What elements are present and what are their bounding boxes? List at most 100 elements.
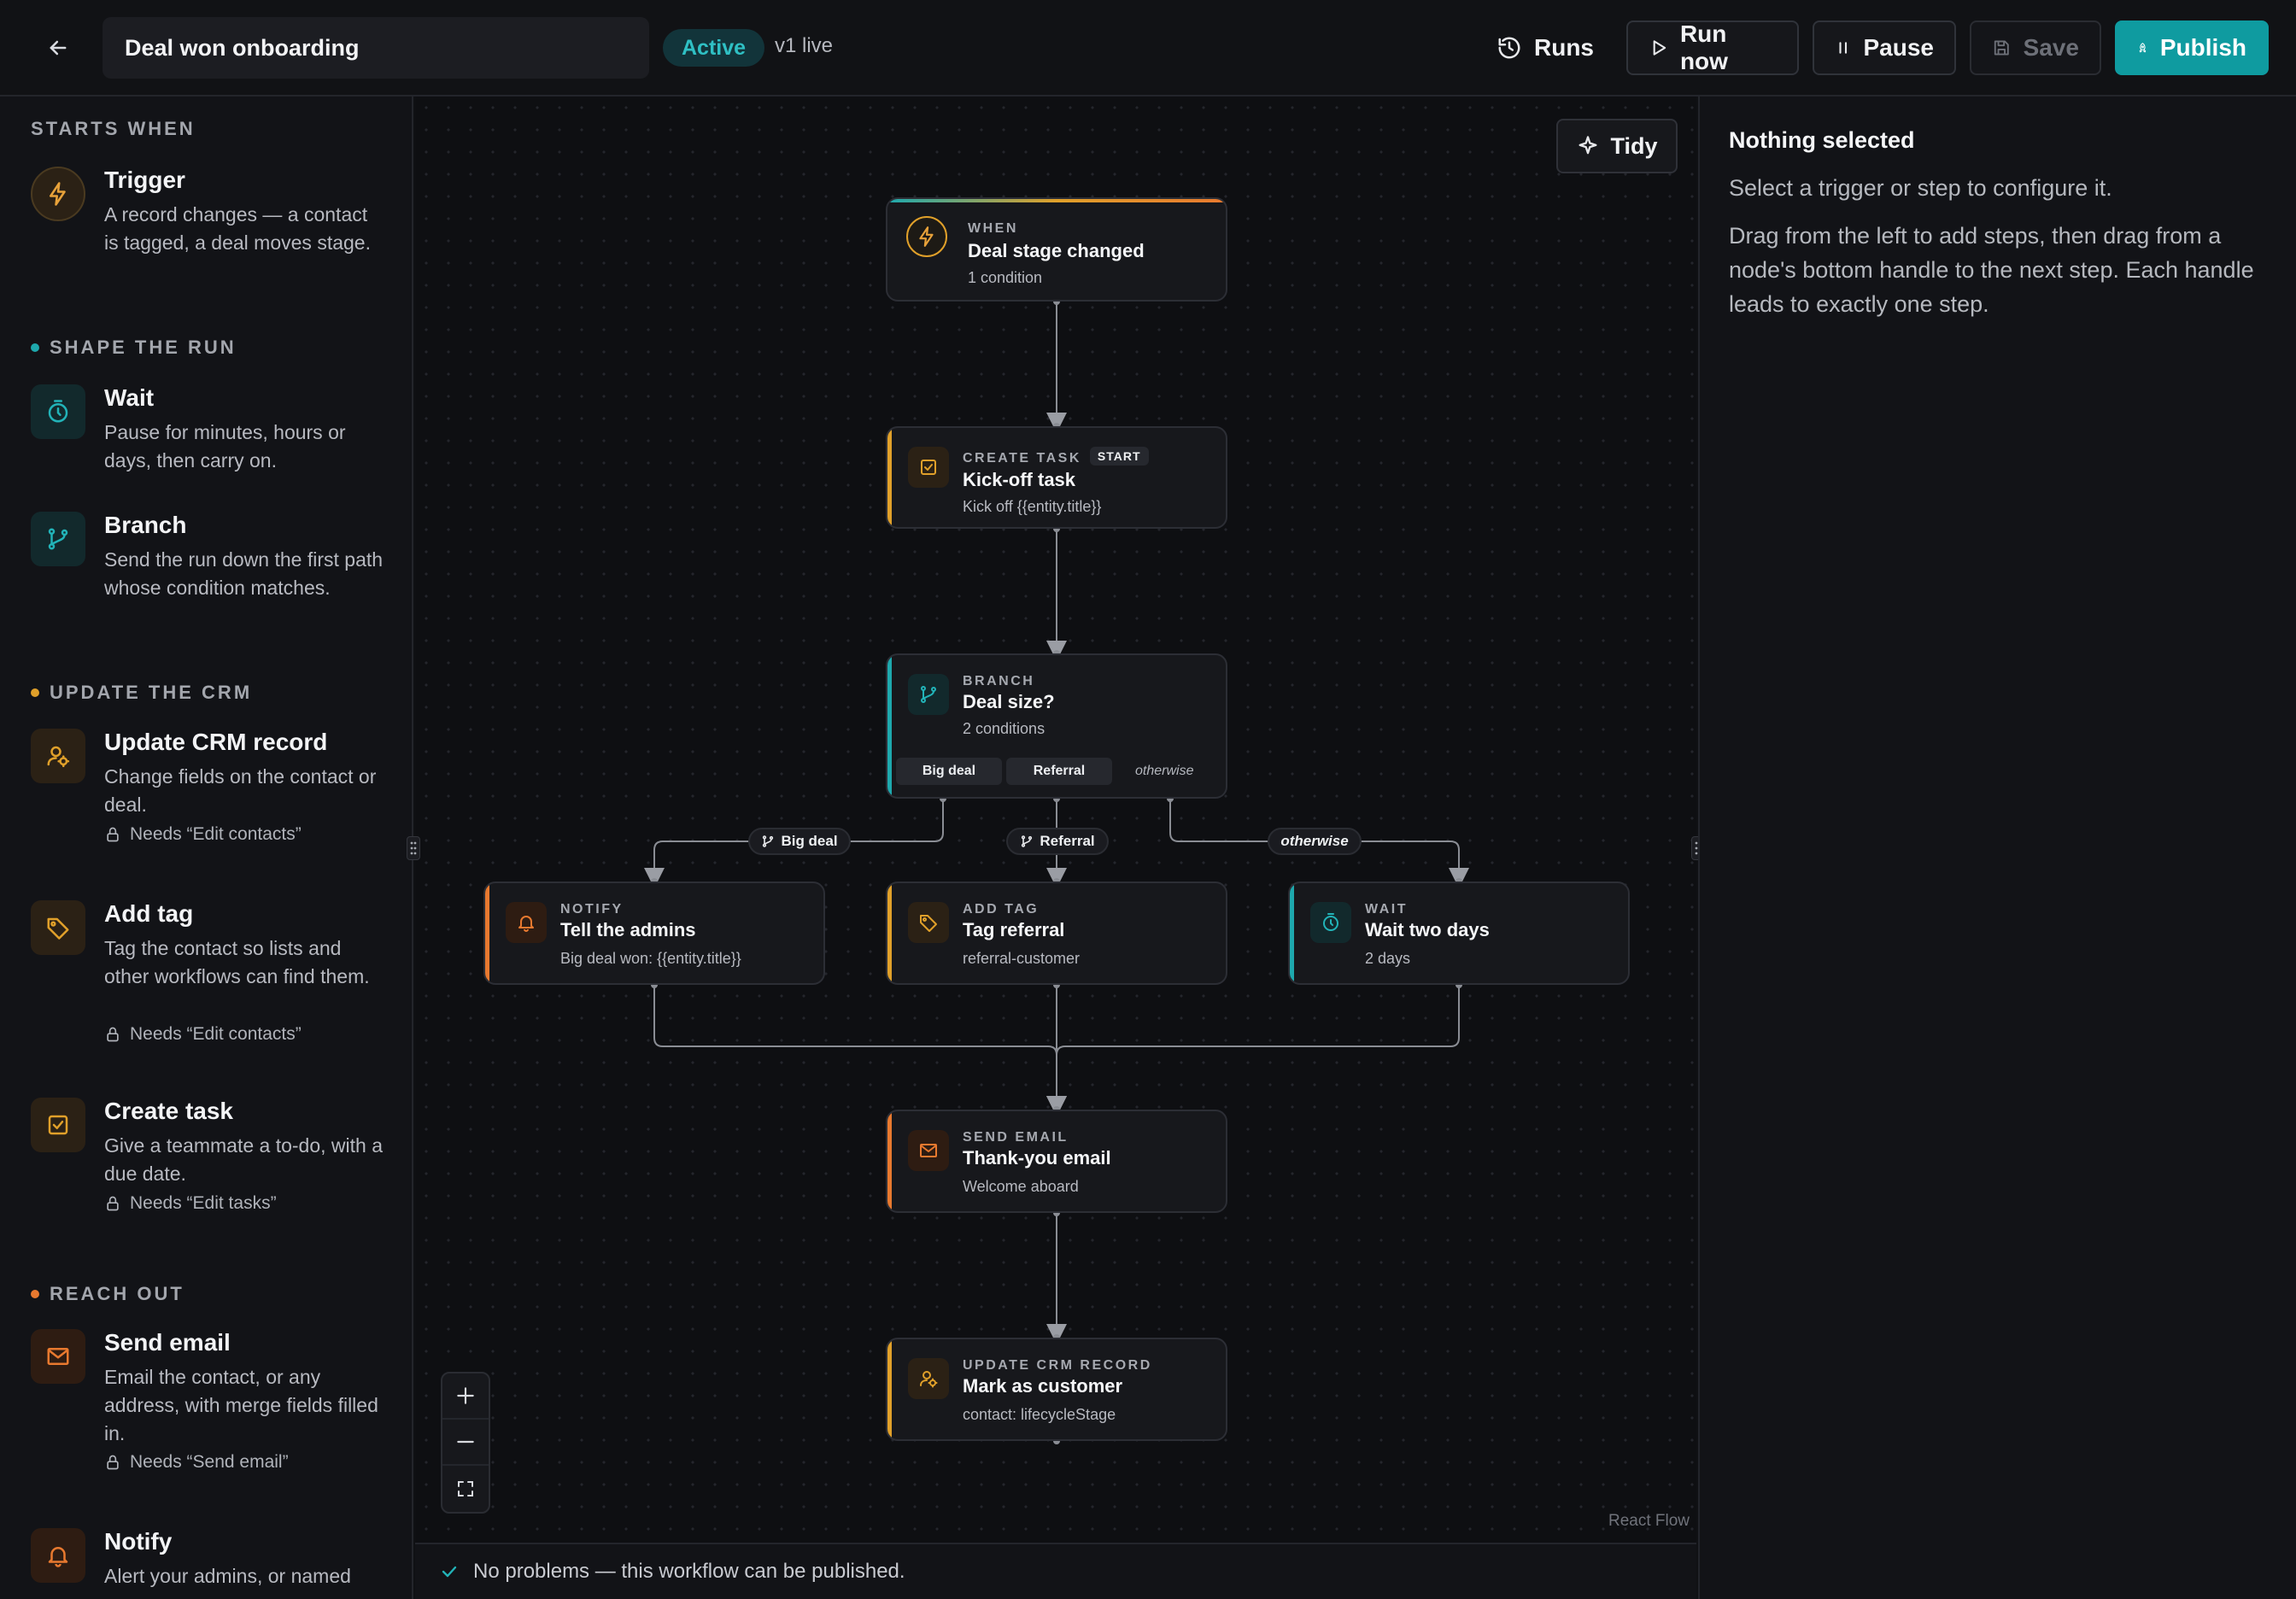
timer-icon <box>31 384 85 439</box>
node-subtitle: Kick off {{entity.title}} <box>963 498 1102 515</box>
palette-item-trigger[interactable]: Trigger A record changes — a contact is … <box>31 167 390 278</box>
fit-view-button[interactable] <box>442 1466 489 1512</box>
publish-label: Publish <box>2159 34 2246 61</box>
git-branch-icon <box>908 674 949 715</box>
edge-label-big-deal[interactable]: Big deal <box>748 828 851 855</box>
node-title: Tag referral <box>963 919 1065 940</box>
node-kind: UPDATE CRM RECORD <box>963 1358 1152 1373</box>
palette-item-desc: A record changes — a contact is tagged, … <box>104 203 371 254</box>
node-subtitle: 2 conditions <box>963 720 1046 737</box>
react-flow-attribution[interactable]: React Flow <box>1608 1512 1690 1531</box>
tag-icon <box>908 902 949 943</box>
zoom-in-button[interactable] <box>442 1374 489 1420</box>
back-button[interactable] <box>39 31 77 65</box>
permission-text: Needs “Edit contacts” <box>130 1024 302 1044</box>
node-notify-admins[interactable]: NOTIFY Tell the admins Big deal won: {{e… <box>483 882 825 985</box>
runs-button[interactable]: Runs <box>1486 20 1604 75</box>
edge-label-text: Big deal <box>781 833 838 849</box>
pause-button[interactable]: Pause <box>1813 20 1956 75</box>
section-dot <box>31 343 39 352</box>
lightning-icon <box>906 216 947 257</box>
palette-item-notify[interactable]: Notify Alert your admins, or named <box>31 1528 390 1599</box>
palette-item-create-task[interactable]: Create task Give a teammate a to-do, wit… <box>31 1098 390 1234</box>
left-panel-resize-handle[interactable] <box>407 836 420 860</box>
node-branch-deal-size[interactable]: BRANCH Deal size? 2 conditions Big deal … <box>886 653 1227 799</box>
edge-label-otherwise[interactable]: otherwise <box>1268 828 1362 855</box>
branch-path-otherwise[interactable]: otherwise <box>1135 758 1193 785</box>
node-mark-as-customer[interactable]: UPDATE CRM RECORD Mark as customer conta… <box>886 1338 1227 1441</box>
node-title: Thank-you email <box>963 1147 1111 1168</box>
edge-wait-email[interactable] <box>1046 985 1460 1116</box>
palette-item-desc: Give a teammate a to-do, with a due date… <box>104 1134 383 1185</box>
lightning-icon <box>31 167 85 221</box>
palette-item-title: Trigger <box>104 167 185 193</box>
zoom-out-button[interactable] <box>442 1420 489 1466</box>
palette-item-update-crm-record[interactable]: Update CRM record Change fields on the c… <box>31 729 390 865</box>
status-badge: Active <box>663 29 765 67</box>
arrow-left-icon <box>50 40 67 56</box>
palette-item-branch[interactable]: Branch Send the run down the first path … <box>31 512 390 631</box>
floppy-icon <box>1994 40 2009 56</box>
palette-item-wait[interactable]: Wait Pause for minutes, hours or days, t… <box>31 384 390 478</box>
permission-note: Needs “Edit contacts” <box>104 824 302 845</box>
node-title: Kick-off task <box>963 469 1076 490</box>
history-icon <box>1498 37 1520 59</box>
permission-note: Needs “Edit contacts” <box>104 1024 302 1045</box>
node-title: Wait two days <box>1365 919 1490 940</box>
node-kind: WHEN <box>968 221 1018 236</box>
sparkle-icon <box>1578 136 1597 155</box>
node-title: Deal size? <box>963 691 1055 712</box>
node-kind: NOTIFY <box>560 902 624 917</box>
node-subtitle: referral-customer <box>963 950 1081 967</box>
palette-item-add-tag[interactable]: Add tag Tag the contact so lists and oth… <box>31 900 390 1063</box>
save-button[interactable]: Save <box>1970 20 2101 75</box>
section-starts-when: STARTS WHEN <box>31 118 196 140</box>
git-branch-icon <box>763 835 774 847</box>
node-trigger[interactable]: WHEN Deal stage changed 1 condition <box>886 197 1227 302</box>
palette-item-desc: Tag the contact so lists and other workf… <box>104 937 370 987</box>
node-kind: SEND EMAIL <box>963 1130 1069 1145</box>
run-now-button[interactable]: Run now <box>1626 20 1799 75</box>
node-kind: CREATE TASK START <box>963 447 1149 466</box>
inspector-hint-1: Select a trigger or step to configure it… <box>1729 175 2112 201</box>
edge-label-text: Referral <box>1040 833 1095 849</box>
section-dot <box>31 1290 39 1298</box>
edge-notify-email[interactable] <box>653 985 1067 1116</box>
mail-icon <box>31 1329 85 1384</box>
palette-item-desc: Pause for minutes, hours or days, then c… <box>104 421 346 472</box>
section-reach-out: REACH OUT <box>31 1283 184 1305</box>
palette-item-title: Add tag <box>104 900 194 927</box>
flow-canvas[interactable]: WHEN Deal stage changed 1 condition CREA… <box>415 97 1696 1543</box>
section-shape-the-run: SHAPE THE RUN <box>31 337 237 359</box>
publish-button[interactable]: Publish <box>2115 20 2269 75</box>
step-palette: STARTS WHEN Trigger A record changes — a… <box>0 97 413 1599</box>
branch-path-referral[interactable]: Referral <box>1006 758 1112 785</box>
branch-path-big-deal[interactable]: Big deal <box>896 758 1002 785</box>
node-thank-you-email[interactable]: SEND EMAIL Thank-you email Welcome aboar… <box>886 1110 1227 1213</box>
edge-label-referral[interactable]: Referral <box>1006 828 1109 855</box>
lock-icon <box>107 1027 119 1042</box>
bell-icon <box>506 902 547 943</box>
tidy-label: Tidy <box>1610 132 1658 159</box>
node-tag-referral[interactable]: ADD TAG Tag referral referral-customer <box>886 882 1227 985</box>
palette-item-send-email[interactable]: Send email Email the contact, or any add… <box>31 1329 390 1500</box>
palette-item-title: Update CRM record <box>104 729 328 755</box>
palette-item-desc: Alert your admins, or named <box>104 1565 351 1587</box>
inspector-panel: Nothing selected Select a trigger or ste… <box>1698 97 2296 1599</box>
node-wait-two-days[interactable]: WAIT Wait two days 2 days <box>1288 882 1630 985</box>
edge-layer <box>644 298 1469 1444</box>
node-kickoff-task[interactable]: CREATE TASK START Kick-off task Kick off … <box>886 426 1227 529</box>
rocket-icon <box>2139 43 2147 53</box>
mail-icon <box>908 1130 949 1171</box>
save-label: Save <box>2023 34 2079 61</box>
tag-icon <box>31 900 85 955</box>
permission-text: Needs “Send email” <box>130 1452 289 1472</box>
play-icon <box>1653 40 1666 56</box>
workflow-name-input[interactable] <box>102 17 649 79</box>
node-accent-bar <box>887 199 1226 202</box>
lock-icon <box>107 827 119 842</box>
section-update-the-crm: UPDATE THE CRM <box>31 682 252 704</box>
tidy-button[interactable]: Tidy <box>1556 119 1678 173</box>
pause-icon <box>1839 42 1848 54</box>
run-now-label: Run now <box>1679 20 1728 74</box>
